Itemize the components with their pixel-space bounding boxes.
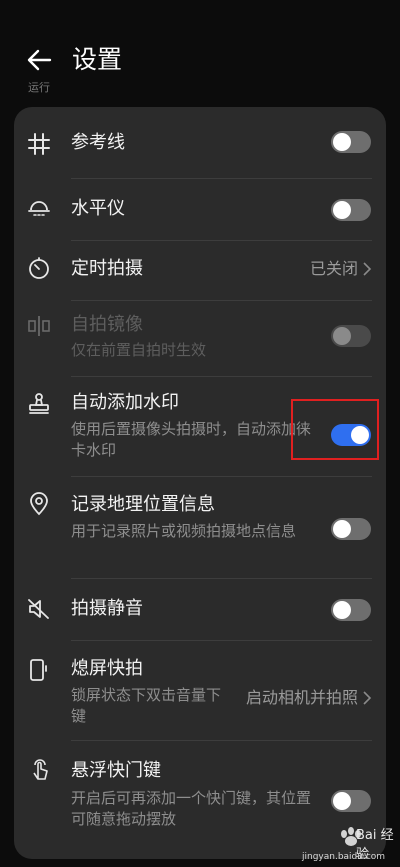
level-toggle[interactable]	[331, 199, 371, 221]
location-pin-icon	[30, 492, 48, 516]
setting-label: 熄屏快拍	[71, 658, 143, 679]
setting-label: 悬浮快门键	[71, 760, 161, 781]
watermark-url: jingyan.baidu.com	[302, 852, 386, 862]
grid-toggle[interactable]	[331, 131, 371, 153]
setting-label: 自拍镜像	[71, 314, 143, 335]
touch-icon	[33, 759, 48, 780]
phone-side-icon	[30, 659, 47, 681]
setting-label: 自动添加水印	[71, 392, 179, 413]
setting-label: 拍摄静音	[71, 598, 143, 619]
chevron-right-icon	[363, 691, 372, 705]
setting-label: 定时拍摄	[71, 258, 143, 279]
setting-row-grid[interactable]: 参考线	[14, 107, 386, 179]
mirror-toggle	[331, 325, 371, 347]
level-icon	[28, 201, 50, 216]
back-arrow-icon[interactable]	[24, 44, 56, 76]
mute-icon	[28, 599, 49, 619]
setting-row-mirror: 自拍镜像 仅在前置自拍时生效	[14, 301, 386, 377]
setting-label: 水平仪	[71, 198, 125, 219]
settings-card: 参考线 水平仪 定时拍摄 已关闭 自拍镜像 仅在前置自拍时生效 自动添加水印 使…	[14, 107, 386, 859]
mirror-icon	[28, 316, 50, 336]
scrolled-section-label: 运行	[28, 82, 50, 94]
setting-label: 记录地理位置信息	[71, 494, 215, 515]
hash-icon	[28, 133, 50, 155]
header: 设置 运行	[0, 0, 400, 100]
setting-row-level[interactable]: 水平仪	[14, 179, 386, 241]
setting-description: 开启后可再添加一个快门键，其位置可随意拖动摆放	[71, 789, 312, 828]
annotation-highlight-box	[291, 399, 379, 460]
stamp-icon	[29, 393, 49, 414]
setting-description: 锁屏状态下双击音量下键	[71, 686, 222, 725]
page-title: 设置	[72, 45, 123, 74]
timer-value: 已关闭	[309, 259, 358, 278]
location-toggle[interactable]	[331, 518, 371, 540]
chevron-right-icon	[363, 262, 372, 276]
floating-shutter-toggle[interactable]	[331, 790, 371, 812]
setting-description: 使用后置摄像头拍摄时，自动添加徕卡水印	[71, 420, 312, 459]
setting-row-quick-snap[interactable]: 熄屏快拍 锁屏状态下双击音量下键 启动相机并拍照	[14, 641, 386, 741]
setting-label: 参考线	[71, 132, 125, 153]
setting-row-timer[interactable]: 定时拍摄 已关闭	[14, 241, 386, 301]
setting-description: 用于记录照片或视频拍摄地点信息	[71, 522, 297, 540]
timer-icon	[29, 257, 49, 279]
setting-description: 仅在前置自拍时生效	[71, 341, 207, 359]
quick-snap-value: 启动相机并拍照	[245, 688, 358, 707]
mute-toggle[interactable]	[331, 599, 371, 621]
setting-row-location[interactable]: 记录地理位置信息 用于记录照片或视频拍摄地点信息	[14, 477, 386, 579]
setting-row-mute[interactable]: 拍摄静音	[14, 579, 386, 641]
